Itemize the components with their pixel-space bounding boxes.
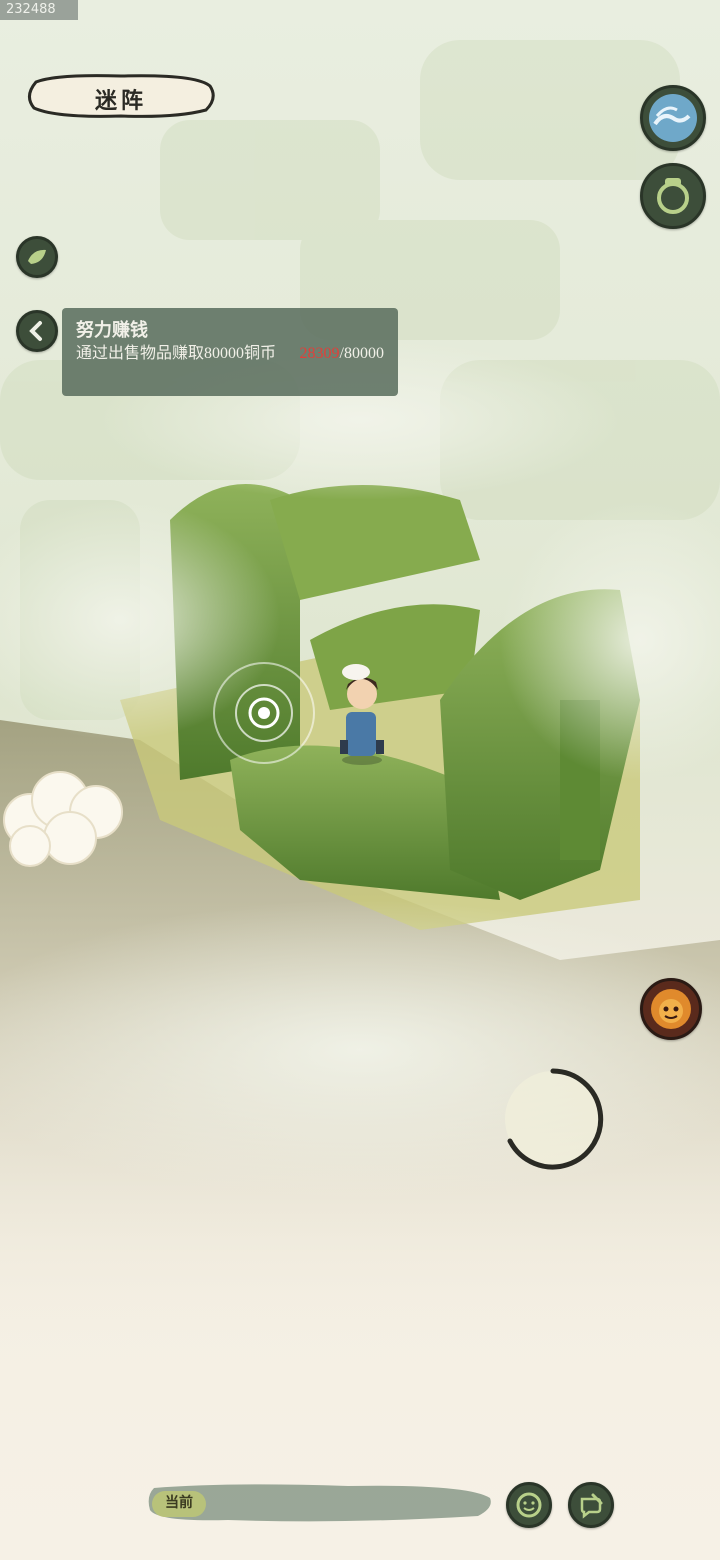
movement-joystick[interactable] (500, 1066, 606, 1172)
quest-progress: 28309/80000 (300, 345, 384, 363)
area-title: 迷阵 (94, 88, 147, 113)
current-channel-tag[interactable]: 当前 (152, 1491, 206, 1517)
leaf-button[interactable] (16, 236, 58, 278)
area-title-banner: 迷阵 (26, 72, 216, 120)
quest-card[interactable]: 努力赚钱 通过出售物品赚取80000铜币 28309/80000 (62, 308, 398, 396)
collapse-quest-button[interactable] (16, 310, 58, 352)
wave-icon (649, 94, 697, 142)
jar-icon (657, 178, 689, 214)
chat-pen-button[interactable] (568, 1482, 614, 1528)
chevron-left-icon (29, 321, 42, 341)
quest-progress-current: 28309 (299, 345, 340, 362)
boss-button[interactable] (640, 978, 702, 1040)
debug-id-label: 232488 (0, 0, 78, 20)
smiley-icon (516, 1492, 542, 1518)
joystick-ring (505, 1068, 604, 1170)
pen-chat-icon (580, 1493, 603, 1519)
emote-button[interactable] (506, 1482, 552, 1528)
demon-face-icon (651, 989, 691, 1029)
quest-description: 通过出售物品赚取80000铜币 (76, 345, 277, 362)
jar-button[interactable] (640, 163, 706, 229)
maze-scene-art (0, 40, 720, 1350)
quest-title: 努力赚钱 (76, 320, 148, 340)
game-scene: 232488 迷阵 努力赚钱 通过出售物品赚取80000铜币 28309/800… (0, 0, 720, 1560)
wave-button[interactable] (640, 85, 706, 151)
leaf-icon (28, 249, 46, 264)
quest-progress-total: 80000 (344, 345, 384, 362)
